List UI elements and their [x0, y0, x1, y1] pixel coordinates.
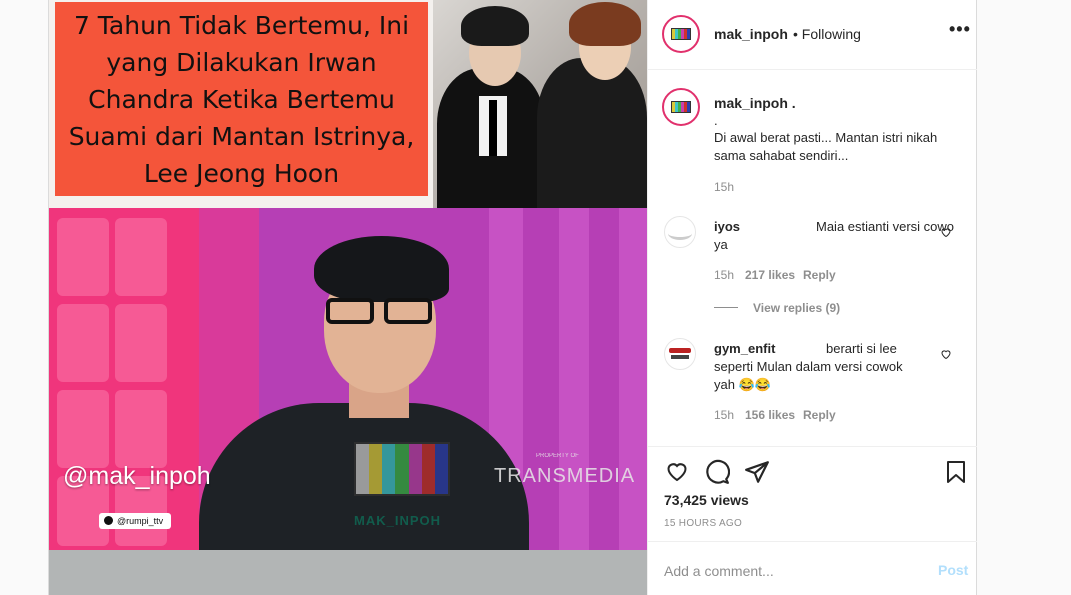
comment-time[interactable]: 15h: [714, 408, 734, 422]
caption-line: sama sahabat sendiri...: [714, 148, 849, 163]
post-comment-button[interactable]: Post: [938, 562, 968, 578]
comment-text: yah 😂😂: [714, 377, 771, 392]
headline-text: 7 Tahun Tidak Bertemu, Ini yang Dilakuka…: [68, 10, 415, 188]
caption-avatar[interactable]: [662, 88, 700, 126]
share-icon[interactable]: [744, 459, 770, 485]
commenter-avatar[interactable]: [664, 338, 696, 370]
comment-like-icon[interactable]: [940, 348, 952, 360]
caption-time[interactable]: 15h: [714, 180, 734, 194]
instagram-post-page: 7 Tahun Tidak Bertemu, Ini yang Dilakuka…: [0, 0, 1071, 595]
comment-like-icon[interactable]: [940, 226, 952, 238]
broadcaster-watermark: PROPERTY OF TRANSMEDIA: [494, 453, 636, 487]
bookmark-icon[interactable]: [944, 459, 968, 485]
source-tag: @rumpi_ttv: [99, 513, 172, 529]
thumbnail-header: 7 Tahun Tidak Bertemu, Ini yang Dilakuka…: [49, 0, 647, 208]
handle-watermark: @mak_inpoh: [63, 462, 211, 490]
view-replies-button[interactable]: View replies (9): [753, 301, 840, 315]
post-sidebar: mak_inpoh • Following ••• mak_inpoh . . …: [647, 0, 977, 595]
caption-line: Di awal berat pasti... Mantan istri nika…: [714, 130, 938, 145]
divider: [648, 541, 977, 542]
photo-two-men: [433, 0, 647, 208]
reply-button[interactable]: Reply: [803, 408, 836, 422]
author-username[interactable]: mak_inpoh: [714, 26, 788, 42]
comment-likes[interactable]: 217 likes: [745, 268, 795, 282]
comment-text: berarti si lee: [826, 341, 897, 356]
post-age[interactable]: 15 HOURS AGO: [664, 518, 742, 529]
caption-line: .: [714, 113, 718, 128]
post-media[interactable]: 7 Tahun Tidak Bertemu, Ini yang Dilakuka…: [49, 0, 647, 595]
commenter-username[interactable]: gym_enfit: [714, 341, 775, 356]
more-options-icon[interactable]: •••: [949, 19, 971, 40]
divider: [648, 446, 977, 447]
media-bottom-bar: [49, 550, 647, 595]
headline-box: 7 Tahun Tidak Bertemu, Ini yang Dilakuka…: [55, 2, 428, 196]
comment-likes[interactable]: 156 likes: [745, 408, 795, 422]
post-container: 7 Tahun Tidak Bertemu, Ini yang Dilakuka…: [48, 0, 977, 595]
comment-text: Maia estianti versi cowo: [816, 219, 954, 234]
glasses: [324, 298, 436, 326]
author-avatar[interactable]: [662, 15, 700, 53]
channel-logo-text: MAK_INPOH: [354, 513, 442, 528]
post-header: mak_inpoh • Following •••: [648, 0, 977, 70]
view-count[interactable]: 73,425 views: [664, 492, 749, 508]
caption-username[interactable]: mak_inpoh .: [714, 95, 796, 111]
commenter-avatar[interactable]: [664, 216, 696, 248]
pink-panel: [49, 208, 199, 550]
comment-time[interactable]: 15h: [714, 268, 734, 282]
heart-icon[interactable]: [664, 459, 690, 483]
follow-status[interactable]: • Following: [793, 26, 861, 42]
channel-logo: [354, 442, 450, 496]
comment-input[interactable]: [664, 561, 914, 581]
commenter-username[interactable]: iyos: [714, 219, 740, 234]
video-frame: MAK_INPOH PROPERTY OF TRANSMEDIA @mak_in…: [49, 208, 647, 550]
reply-button[interactable]: Reply: [803, 268, 836, 282]
comment-icon[interactable]: [704, 459, 730, 485]
comment-text: ya: [714, 237, 728, 252]
comment-text: seperti Mulan dalam versi cowok: [714, 359, 903, 374]
